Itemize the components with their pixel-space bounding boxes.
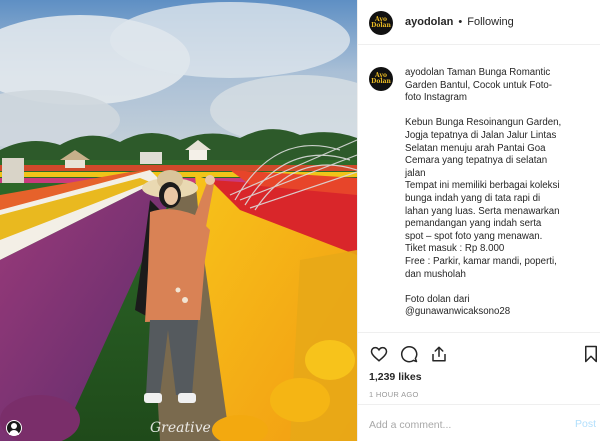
caption-line: bunga indah yang di tata rapi di <box>405 192 541 204</box>
avatar-logo-text: Ayo Dolan <box>371 16 391 29</box>
caption-credit: Foto dolan dari @gunawanwicaksono28 <box>405 294 591 319</box>
username-link[interactable]: ayodolan <box>405 16 453 28</box>
caption-line: Kebun Bunga Resoinangun Garden, <box>405 117 562 129</box>
caption-line: Tiket masuk : Rp 8.000 <box>405 243 505 255</box>
mention-link[interactable]: @gunawanwicaksono28 <box>405 306 591 319</box>
post-timestamp[interactable]: 1 HOUR AGO <box>369 390 419 399</box>
caption-line: ayodolan Taman Bunga Romantic <box>405 67 551 78</box>
caption-scroll-area[interactable]: Ayo Dolan ayodolan Taman Bunga Romantic … <box>358 45 600 332</box>
post-photo[interactable]: Greative <box>0 0 357 441</box>
share-icon <box>432 346 446 362</box>
avatar-logo-text: Ayo Dolan <box>371 72 391 85</box>
post-actions: 1,239 likes 1 HOUR AGO <box>358 332 600 404</box>
comment-button[interactable] <box>399 344 419 364</box>
caption-line: Selatan menuju arah Pantai Goa <box>405 142 546 154</box>
comment-input[interactable] <box>369 417 549 433</box>
tagged-user-icon[interactable] <box>6 420 22 436</box>
save-button[interactable] <box>581 344 600 364</box>
photo-credit-watermark: Greative <box>150 420 211 436</box>
caption-line: foto Instagram <box>405 92 467 104</box>
caption-avatar[interactable]: Ayo Dolan <box>369 67 393 91</box>
caption-line: Foto dolan dari <box>405 293 470 305</box>
avatar[interactable]: Ayo Dolan <box>369 11 393 35</box>
caption-line: Jogja tepatnya di Jalan Jalur Lintas <box>405 129 557 141</box>
caption-line: dan musholah <box>405 268 466 280</box>
likes-count[interactable]: 1,239 likes <box>369 371 422 383</box>
like-button[interactable] <box>369 344 389 364</box>
caption-line: jalan <box>405 167 426 179</box>
add-comment-section: Post <box>358 404 600 441</box>
share-button[interactable] <box>429 344 449 364</box>
garden-photo-illustration <box>0 0 357 441</box>
header-user-line: ayodolan • Following <box>405 16 514 28</box>
caption-line: lahan yang luas. Serta menawarkan <box>405 205 560 217</box>
caption-line: Garden Bantul, Cocok untuk Foto- <box>405 79 553 91</box>
post-comment-button[interactable]: Post <box>575 418 596 430</box>
bookmark-icon <box>585 345 597 363</box>
caption-line: Cemara yang tepatnya di selatan <box>405 155 548 167</box>
post-caption: ayodolan Taman Bunga Romantic Garden Ban… <box>405 67 591 331</box>
post-header: Ayo Dolan ayodolan • Following <box>358 0 600 45</box>
post-detail-panel: Ayo Dolan ayodolan • Following Ayo Dolan… <box>357 0 600 441</box>
caption-line: Free : Parkir, kamar mandi, poperti, <box>405 255 557 267</box>
caption-line: spot – spot foto yang menawan. <box>405 230 543 242</box>
heart-icon <box>370 346 388 362</box>
caption-line: Tempat ini memiliki berbagai koleksi <box>405 180 560 192</box>
caption-body: Kebun Bunga Resoinangun Garden, Jogja te… <box>405 117 591 281</box>
caption-title: ayodolan Taman Bunga Romantic Garden Ban… <box>405 67 591 105</box>
caption-line: pemandangan yang indah serta <box>405 218 542 230</box>
separator-dot: • <box>458 16 463 28</box>
comment-bubble-icon <box>401 346 418 363</box>
following-button[interactable]: Following <box>467 16 513 28</box>
